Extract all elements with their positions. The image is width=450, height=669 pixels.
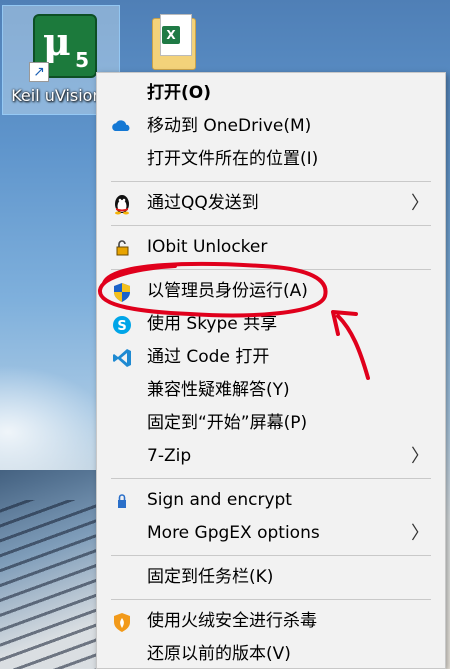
lock-icon [118,494,126,508]
menu-item-open-code[interactable]: 通过 Code 打开 [97,341,445,374]
menu-item-label: 通过 Code 打开 [147,347,270,367]
menu-separator [111,181,431,182]
unlock-icon [116,240,129,256]
menu-separator [111,555,431,556]
context-menu: 打开(O) 移动到 OneDrive(M) 打开文件所在的位置(I) 通过QQ发… [96,72,446,669]
menu-item-iobit-unlocker[interactable]: IObit Unlocker [97,231,445,264]
keil-version-glyph: 5 [75,48,89,72]
menu-item-label: 还原以前的版本(V) [147,644,291,664]
menu-item-run-as-admin[interactable]: 以管理员身份运行(A) [97,275,445,308]
wallpaper-stripes [0,500,100,669]
menu-item-pin-to-start[interactable]: 固定到“开始”屏幕(P) [97,407,445,440]
menu-item-label: 7-Zip [147,446,192,466]
menu-item-label: 兼容性疑难解答(Y) [147,380,290,400]
menu-item-move-onedrive[interactable]: 移动到 OneDrive(M) [97,110,445,143]
menu-item-label: 打开文件所在的位置(I) [147,149,319,169]
menu-item-label: 固定到任务栏(K) [147,567,274,587]
menu-item-label: 使用 Skype 共享 [147,314,278,334]
menu-item-restore-versions[interactable]: 还原以前的版本(V) [97,638,445,669]
submenu-arrow-icon: 〉 [411,523,429,544]
shortcut-arrow-icon: ↗ [29,62,49,82]
menu-item-sign-encrypt[interactable]: Sign and encrypt [97,484,445,517]
submenu-arrow-icon: 〉 [411,446,429,467]
keil-mu-glyph: μ [43,19,71,64]
menu-item-label: IObit Unlocker [147,237,268,257]
qq-penguin-icon [115,195,129,215]
uac-shield-icon [114,283,130,302]
menu-item-label: 移动到 OneDrive(M) [147,116,312,136]
menu-item-huorong-scan[interactable]: 使用火绒安全进行杀毒 [97,605,445,638]
menu-item-7zip[interactable]: 7-Zip 〉 [97,440,445,473]
menu-item-pin-to-taskbar[interactable]: 固定到任务栏(K) [97,561,445,594]
excel-icon: X [162,26,180,44]
menu-separator [111,225,431,226]
onedrive-icon [112,120,130,131]
menu-item-label: 打开(O) [147,83,211,103]
menu-item-gpgex-options[interactable]: More GpgEX options 〉 [97,517,445,550]
menu-item-label: 以管理员身份运行(A) [147,281,308,301]
menu-separator [111,269,431,270]
menu-separator [111,599,431,600]
menu-item-skype-share[interactable]: S 使用 Skype 共享 [97,308,445,341]
menu-item-label: 固定到“开始”屏幕(P) [147,413,308,433]
menu-item-compat-troubleshoot[interactable]: 兼容性疑难解答(Y) [97,374,445,407]
menu-item-open-location[interactable]: 打开文件所在的位置(I) [97,143,445,176]
menu-item-open[interactable]: 打开(O) [97,77,445,110]
menu-item-send-qq[interactable]: 通过QQ发送到 〉 [97,187,445,220]
menu-separator [111,478,431,479]
svg-text:S: S [117,319,126,334]
submenu-arrow-icon: 〉 [411,193,429,214]
menu-item-label: Sign and encrypt [147,490,292,510]
vscode-icon [113,349,131,367]
menu-item-label: 使用火绒安全进行杀毒 [147,611,317,631]
skype-icon: S [113,316,131,334]
desktop-icon-excel-folder[interactable]: X [148,12,208,72]
huorong-shield-icon [114,613,130,632]
menu-item-label: 通过QQ发送到 [147,193,259,213]
menu-item-label: More GpgEX options [147,523,320,543]
